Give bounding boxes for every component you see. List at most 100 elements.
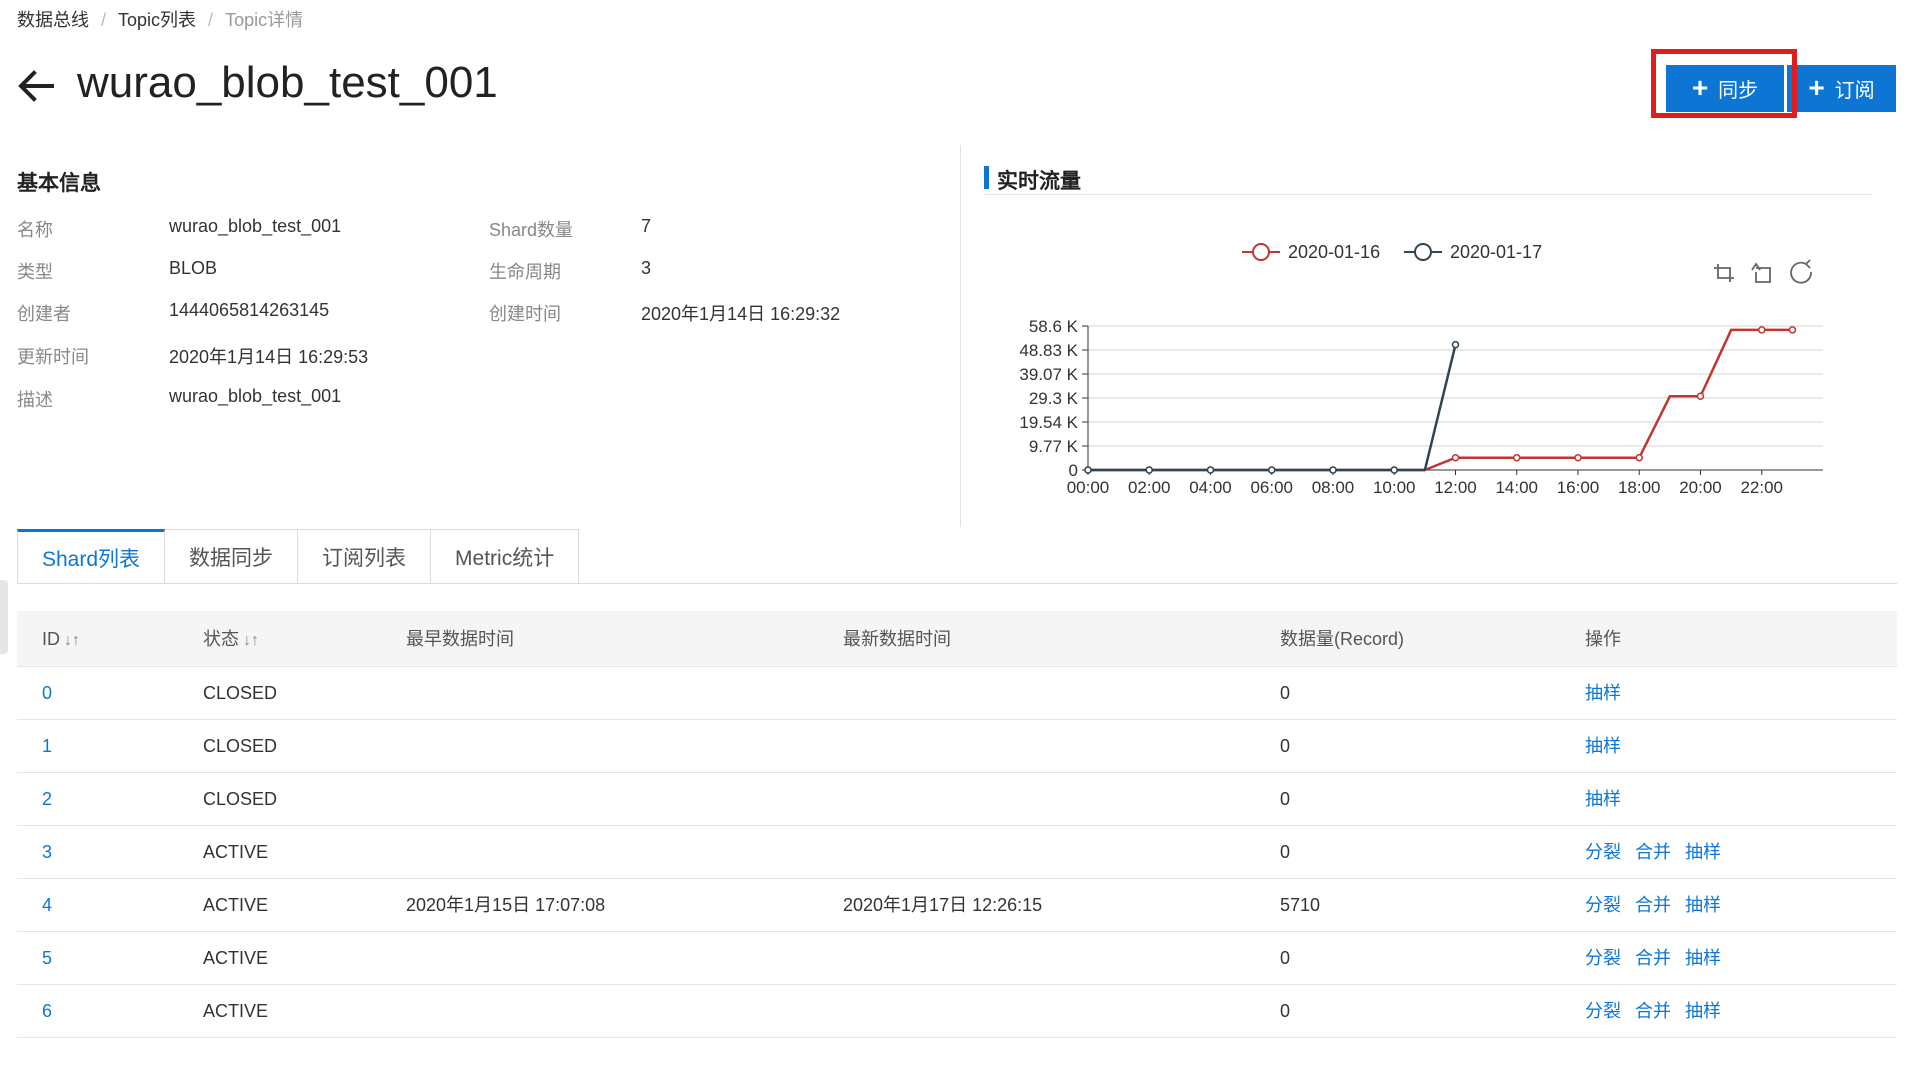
breadcrumb-item-databus[interactable]: 数据总线 xyxy=(17,6,89,32)
x-tick-label: 22:00 xyxy=(1740,478,1783,497)
info-label-updated: 更新时间 xyxy=(17,347,89,367)
plus-icon: + xyxy=(1808,71,1825,103)
arrow-left-icon[interactable] xyxy=(16,66,56,106)
info-label-shard-count: Shard数量 xyxy=(489,220,574,240)
split-link[interactable]: 分裂 xyxy=(1585,895,1621,915)
data-point xyxy=(1084,466,1092,474)
table-row: 6 ACTIVE 0 分裂 合并 抽样 xyxy=(17,985,1897,1038)
basic-info-title: 基本信息 xyxy=(17,172,101,195)
info-label-name: 名称 xyxy=(17,220,53,240)
sample-link[interactable]: 抽样 xyxy=(1585,736,1621,756)
cell-actions: 分裂 合并 抽样 xyxy=(1585,879,1735,932)
merge-link[interactable]: 合并 xyxy=(1635,1001,1671,1021)
sort-icon[interactable]: ↓↑ xyxy=(64,613,80,669)
zoom-reset-icon[interactable] xyxy=(1748,260,1774,284)
info-value-type: BLOB xyxy=(169,258,218,278)
tab-subscription-list[interactable]: 订阅列表 xyxy=(298,529,432,584)
table-row: 4 ACTIVE 2020年1月15日 17:07:08 2020年1月17日 12:… xyxy=(17,879,1897,932)
data-point xyxy=(1574,453,1582,462)
info-label-creator: 创建者 xyxy=(17,304,71,324)
data-point xyxy=(1268,466,1276,474)
data-point xyxy=(1513,453,1521,462)
info-value-name: wurao_blob_test_001 xyxy=(169,216,342,236)
cell-shard-id[interactable]: 3 xyxy=(42,826,52,879)
split-link[interactable]: 分裂 xyxy=(1585,1001,1621,1021)
split-link[interactable]: 分裂 xyxy=(1585,948,1621,968)
cell-shard-id[interactable]: 1 xyxy=(42,720,52,773)
plus-icon: + xyxy=(1691,71,1709,103)
info-label-description: 描述 xyxy=(17,390,53,410)
cell-records: 0 xyxy=(1280,683,1291,703)
cell-shard-id[interactable]: 5 xyxy=(42,932,52,985)
sample-link[interactable]: 抽样 xyxy=(1685,842,1721,862)
column-header-records: 数据量(Record) xyxy=(1280,629,1405,649)
cell-actions: 分裂 合并 抽样 xyxy=(1585,985,1735,1038)
sample-link[interactable]: 抽样 xyxy=(1685,1001,1721,1021)
data-point xyxy=(1758,326,1766,334)
merge-link[interactable]: 合并 xyxy=(1635,895,1671,915)
cell-shard-id[interactable]: 6 xyxy=(42,985,52,1038)
subscribe-button[interactable]: + 订阅 xyxy=(1787,65,1896,112)
refresh-icon[interactable] xyxy=(1788,259,1814,284)
split-link[interactable]: 分裂 xyxy=(1585,842,1621,862)
sample-link[interactable]: 抽样 xyxy=(1585,683,1621,703)
x-tick-label: 06:00 xyxy=(1250,478,1293,497)
breadcrumb: 数据总线 / Topic列表 / Topic详情 xyxy=(17,6,303,32)
breadcrumb-separator: / xyxy=(208,10,214,30)
sync-button[interactable]: + 同步 xyxy=(1666,65,1784,112)
y-tick-label: 9.77 K xyxy=(1029,437,1079,456)
cell-records: 0 xyxy=(1280,842,1291,862)
chart-toolbox xyxy=(1710,259,1814,284)
x-tick-label: 02:00 xyxy=(1128,478,1171,497)
breadcrumb-item-topic-list[interactable]: Topic列表 xyxy=(118,6,196,32)
page-title: wurao_blob_test_001 xyxy=(77,58,498,107)
y-tick-label: 39.07 K xyxy=(1019,365,1078,384)
y-tick-label: 19.54 K xyxy=(1019,413,1078,432)
cell-latest-time: 2020年1月17日 12:26:15 xyxy=(843,895,1043,915)
merge-link[interactable]: 合并 xyxy=(1635,948,1671,968)
series-line-1 xyxy=(1088,344,1457,472)
data-point xyxy=(1451,453,1460,462)
sort-icon[interactable]: ↓↑ xyxy=(243,613,259,669)
column-header-id[interactable]: ID ↓↑ xyxy=(42,611,80,669)
realtime-title-underline xyxy=(984,194,1873,195)
side-panel-handle[interactable] xyxy=(0,580,8,654)
info-value-creator: 1444065814263145 xyxy=(169,300,330,320)
data-point xyxy=(1145,466,1153,474)
tabs-underline xyxy=(17,583,1897,584)
table-row: 2 CLOSED 0 抽样 xyxy=(17,773,1897,826)
x-tick-label: 08:00 xyxy=(1312,478,1355,497)
cell-records: 0 xyxy=(1280,736,1291,756)
tab-data-sync[interactable]: 数据同步 xyxy=(165,529,299,584)
y-tick-label: 58.6 K xyxy=(1029,317,1079,336)
info-label-type: 类型 xyxy=(17,262,53,282)
cell-actions: 抽样 xyxy=(1585,720,1635,773)
cell-shard-id[interactable]: 4 xyxy=(42,879,52,932)
table-row: 5 ACTIVE 0 分裂 合并 抽样 xyxy=(17,932,1897,985)
sample-link[interactable]: 抽样 xyxy=(1685,948,1721,968)
cell-status: ACTIVE xyxy=(203,1001,269,1021)
sample-link[interactable]: 抽样 xyxy=(1585,789,1621,809)
subscribe-button-label: 订阅 xyxy=(1834,80,1875,102)
x-tick-label: 20:00 xyxy=(1679,478,1722,497)
cell-shard-id[interactable]: 0 xyxy=(42,667,52,720)
zoom-select-icon[interactable] xyxy=(1710,260,1734,284)
section-divider xyxy=(960,145,961,527)
column-header-status-label: 状态 xyxy=(203,629,239,649)
column-header-status[interactable]: 状态 ↓↑ xyxy=(203,611,259,669)
cell-shard-id[interactable]: 2 xyxy=(42,773,52,826)
merge-link[interactable]: 合并 xyxy=(1635,842,1671,862)
x-tick-label: 04:00 xyxy=(1189,478,1232,497)
x-tick-label: 00:00 xyxy=(1067,478,1110,497)
cell-records: 5710 xyxy=(1280,895,1321,915)
info-value-shard-count: 7 xyxy=(641,216,652,236)
data-point xyxy=(1788,326,1797,334)
sample-link[interactable]: 抽样 xyxy=(1685,895,1721,915)
data-point xyxy=(1329,466,1337,474)
cell-status: CLOSED xyxy=(203,789,278,809)
tab-shard-list[interactable]: Shard列表 xyxy=(17,529,166,584)
column-header-latest-time: 最新数据时间 xyxy=(843,629,951,649)
table-row: 1 CLOSED 0 抽样 xyxy=(17,720,1897,773)
tab-metric-stats[interactable]: Metric统计 xyxy=(431,529,580,584)
y-tick-label: 29.3 K xyxy=(1029,389,1079,408)
